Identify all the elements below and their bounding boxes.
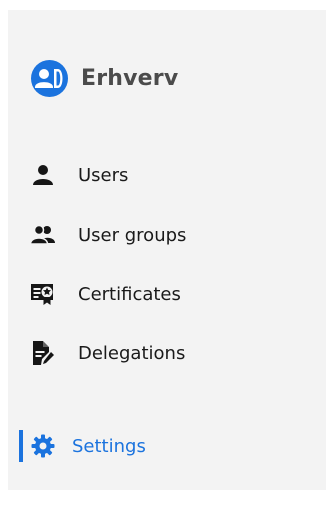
brand[interactable]: Erhverv	[31, 58, 178, 98]
gear-icon	[30, 433, 56, 459]
delegation-icon	[30, 340, 56, 366]
user-group-icon	[30, 222, 56, 248]
sidebar-item-label: Delegations	[78, 342, 186, 364]
sidebar-item-settings[interactable]: Settings	[19, 430, 146, 462]
sidebar: Erhverv Users User groups Certificates D…	[8, 10, 326, 490]
sidebar-item-delegations[interactable]: Delegations	[30, 338, 185, 368]
user-icon	[30, 162, 56, 188]
certificate-icon	[30, 281, 56, 307]
sidebar-item-certificates[interactable]: Certificates	[30, 279, 181, 309]
sidebar-item-user-groups[interactable]: User groups	[30, 220, 186, 250]
sidebar-item-label: Certificates	[78, 283, 181, 305]
brand-logo-icon	[31, 59, 68, 97]
sidebar-item-label: Settings	[72, 435, 146, 457]
sidebar-item-label: Users	[78, 164, 129, 186]
brand-name: Erhverv	[81, 65, 179, 91]
sidebar-item-users[interactable]: Users	[30, 160, 128, 190]
active-indicator	[19, 430, 23, 462]
sidebar-item-label: User groups	[78, 224, 187, 246]
